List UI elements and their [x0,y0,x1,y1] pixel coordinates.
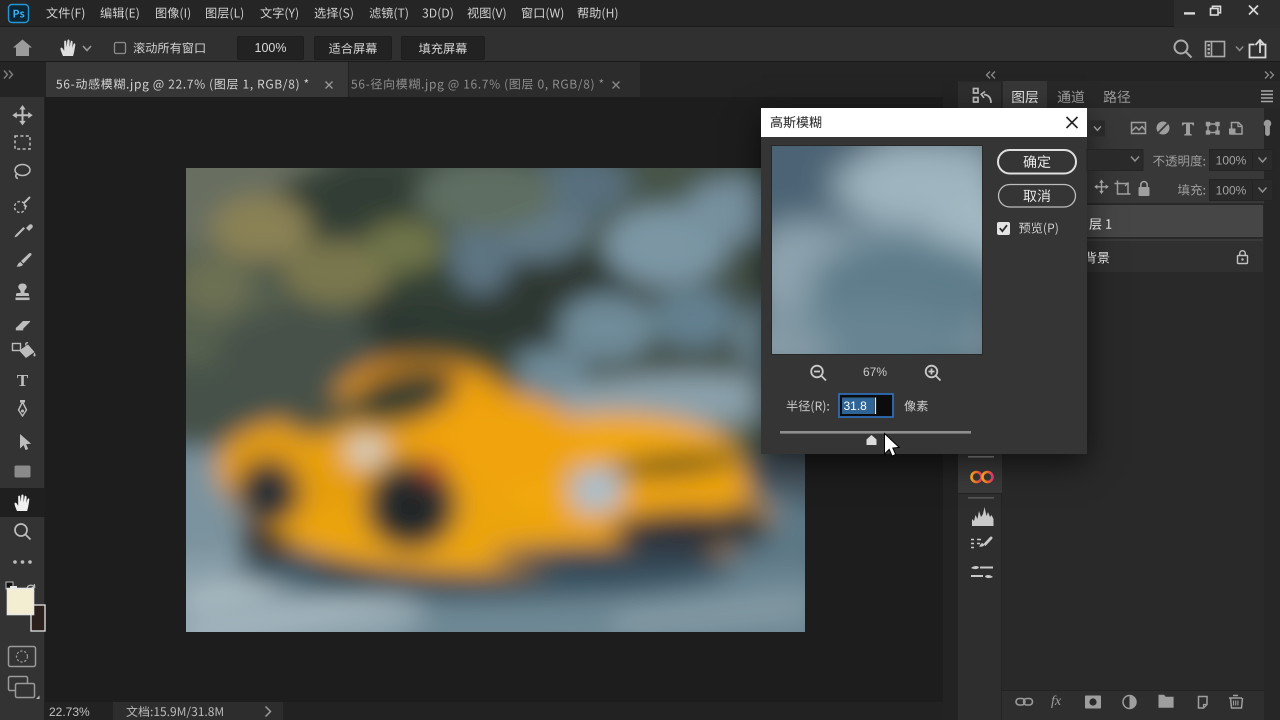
svg-text:100%: 100% [1216,184,1247,198]
svg-text:100%: 100% [1216,154,1247,168]
